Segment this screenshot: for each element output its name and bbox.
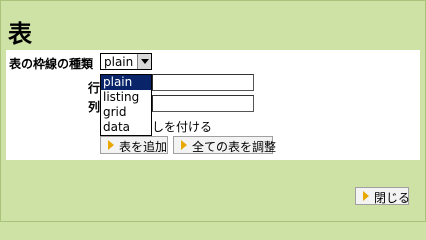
- adjust-all-tables-button[interactable]: 全ての表を調整: [173, 136, 276, 154]
- dropdown-option-plain[interactable]: plain: [101, 75, 151, 90]
- arrow-right-icon: [181, 140, 187, 150]
- arrow-right-icon: [108, 140, 114, 150]
- column-label: 列: [88, 100, 101, 114]
- border-type-dropdown-list: plain listing grid data: [100, 74, 152, 136]
- border-type-select[interactable]: plain: [100, 53, 152, 70]
- column-input[interactable]: [152, 95, 254, 112]
- row-label: 行: [88, 81, 101, 95]
- add-table-button[interactable]: 表を追加: [100, 136, 168, 154]
- row-input[interactable]: [152, 74, 254, 91]
- chevron-down-icon[interactable]: [137, 54, 151, 69]
- dropdown-option-data[interactable]: data: [101, 120, 151, 135]
- dropdown-option-listing[interactable]: listing: [101, 90, 151, 105]
- close-button[interactable]: 閉じる: [355, 187, 410, 205]
- dropdown-option-grid[interactable]: grid: [101, 105, 151, 120]
- border-type-label: 表の枠線の種類: [9, 57, 94, 71]
- page-title: 表: [8, 20, 32, 48]
- arrow-right-icon: [363, 191, 369, 201]
- border-type-value: plain: [104, 55, 134, 69]
